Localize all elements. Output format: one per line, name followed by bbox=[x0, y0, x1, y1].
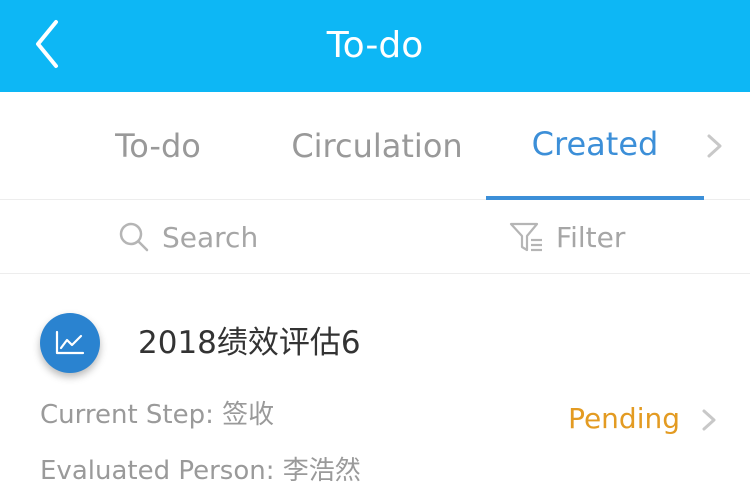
evaluated-person-label: Evaluated Person: bbox=[40, 456, 283, 486]
todo-page: To-do To-do Circulation Created Search F… bbox=[0, 0, 750, 490]
tab-circulation[interactable]: Circulation bbox=[284, 92, 470, 200]
status-badge: Pending bbox=[568, 402, 680, 435]
current-step-label: Current Step: bbox=[40, 400, 223, 430]
task-card[interactable]: 2018绩效评估6 Current Step: 签收 Evaluated Per… bbox=[0, 275, 750, 490]
page-title: To-do bbox=[326, 25, 424, 66]
current-step-row: Current Step: 签收 bbox=[40, 395, 274, 435]
search-filter-bar: Search Filter bbox=[0, 200, 750, 274]
filter-label: Filter bbox=[556, 220, 626, 254]
tab-todo[interactable]: To-do bbox=[95, 92, 221, 200]
open-task-button[interactable] bbox=[698, 406, 720, 434]
header-bar: To-do bbox=[0, 0, 750, 92]
search-button[interactable]: Search bbox=[118, 200, 258, 274]
chevron-right-icon bbox=[700, 134, 730, 166]
evaluated-person-row: Evaluated Person: 李浩然 bbox=[40, 451, 361, 490]
search-label: Search bbox=[162, 220, 259, 254]
task-title: 2018绩效评估6 bbox=[138, 325, 361, 361]
chevron-right-icon bbox=[698, 409, 720, 438]
filter-icon bbox=[508, 220, 544, 254]
tab-bar: To-do Circulation Created bbox=[0, 92, 750, 200]
filter-button[interactable]: Filter bbox=[508, 200, 625, 274]
tabs-scroll-right-button[interactable] bbox=[700, 130, 730, 162]
search-icon bbox=[118, 221, 150, 253]
evaluated-person-value: 李浩然 bbox=[282, 456, 361, 486]
tab-created[interactable]: Created bbox=[486, 92, 704, 200]
chart-icon bbox=[40, 313, 100, 373]
current-step-value: 签收 bbox=[222, 400, 275, 430]
